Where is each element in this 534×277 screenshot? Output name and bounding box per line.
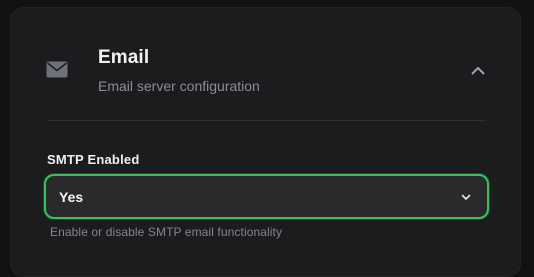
smtp-help-text: Enable or disable SMTP email functionali…: [50, 225, 283, 239]
email-section-header[interactable]: Email Email server configuration: [11, 8, 520, 120]
section-title: Email: [98, 47, 150, 68]
mail-icon: [46, 61, 68, 78]
chevron-down-icon: [459, 190, 473, 204]
chevron-up-icon[interactable]: [466, 60, 490, 80]
smtp-enabled-label: SMTP Enabled: [47, 152, 140, 167]
email-settings-card: Email Email server configuration SMTP En…: [10, 7, 521, 277]
section-subtitle: Email server configuration: [98, 78, 260, 94]
select-value: Yes: [59, 189, 84, 205]
smtp-enabled-select[interactable]: Yes: [44, 174, 489, 219]
section-divider: [47, 120, 486, 121]
